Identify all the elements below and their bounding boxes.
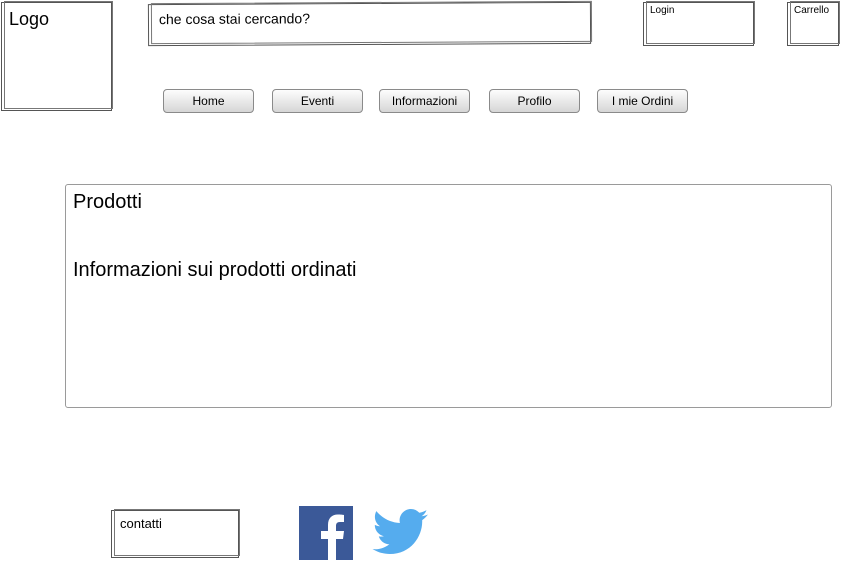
nav-profilo-button[interactable]: Profilo [489, 89, 580, 113]
contact-label: contatti [120, 516, 162, 531]
products-panel: Prodotti Informazioni sui prodotti ordin… [65, 184, 832, 408]
page: Logo Login Carrello Home Eventi Informaz… [0, 0, 841, 561]
nav-informazioni-button[interactable]: Informazioni [379, 89, 470, 113]
nav-home-button[interactable]: Home [163, 89, 254, 113]
nav-eventi-button[interactable]: Eventi [272, 89, 363, 113]
search-input[interactable] [158, 6, 560, 31]
cart-button[interactable]: Carrello [787, 1, 840, 46]
panel-title: Prodotti [73, 191, 142, 213]
panel-description: Informazioni sui prodotti ordinati [73, 259, 357, 281]
contact-button[interactable]: contatti [111, 509, 240, 558]
logo-placeholder[interactable]: Logo [1, 1, 113, 111]
logo-label: Logo [9, 9, 50, 29]
login-label: Login [650, 5, 675, 16]
nav-ordini-button[interactable]: I mie Ordini [597, 89, 688, 113]
facebook-icon[interactable] [299, 506, 353, 560]
login-button[interactable]: Login [643, 1, 755, 46]
twitter-icon[interactable] [372, 506, 429, 560]
search-box[interactable] [147, 1, 592, 47]
cart-label: Carrello [794, 5, 830, 16]
